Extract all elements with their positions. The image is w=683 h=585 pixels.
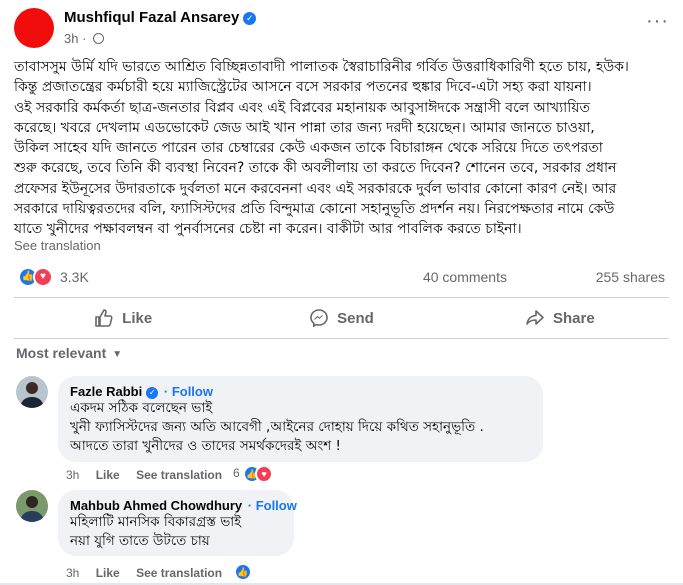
author-name[interactable]: Mushfiqul Fazal Ansarey [64,9,239,26]
commenter-name[interactable]: Mahbub Ahmed Chowdhury [70,498,242,513]
comment-bubble: Mahbub Ahmed Chowdhury · Follow মহিলাটি … [58,490,297,556]
comment-meta: 3h Like See translation [66,468,235,482]
like-reaction-icon: 👍 [234,563,252,581]
post-text: তাবাসসুম উর্মি যদি ভারতে আশ্রিত বিচ্ছিন্… [14,57,669,240]
shares-count[interactable]: 255 shares [596,269,665,285]
like-label: Like [122,309,153,327]
post-text-line: তাবাসসুম উর্মি যদি ভারতে আশ্রিত বিচ্ছিন্… [14,59,629,75]
comment-see-translation[interactable]: See translation [136,566,222,580]
more-options-icon[interactable]: ··· [646,10,669,33]
comment-text-line: মহিলাটি মানসিক বিকারগ্রস্ত ভাই [70,514,242,530]
comment-like-button[interactable]: Like [96,468,120,482]
person-avatar-icon [16,490,48,522]
share-icon [526,310,544,325]
post-text-line: প্রফেসর ইউনূসের উদারতাকে দুর্বলতা মনে কর… [14,180,617,197]
post-meta: 3h · [64,31,105,46]
comment-like-button[interactable]: Like [96,566,120,580]
post-actions: Like Send Share [14,300,669,336]
commenter-name[interactable]: Fazle Rabbi [70,384,142,399]
follow-button[interactable]: · Follow [164,384,213,399]
comment-reactions[interactable]: 6 👍 ♥ [233,465,274,483]
share-button[interactable]: Share [451,300,669,336]
post-text-line: শুরু করেছে, তবে তিনি কী ব্যবস্থা নিবেন? … [14,160,617,177]
comment-text-line: নয়া যুগি তাতে উটতে চায় [70,533,210,549]
see-translation-link[interactable]: See translation [14,238,101,253]
author-name-row: Mushfiqul Fazal Ansarey ✓ [64,9,257,26]
comment-time[interactable]: 3h [66,566,79,580]
caret-down-icon: ▼ [112,349,123,360]
comment-text-line: একদম সঠিক বলেছেন ভাই [70,400,213,416]
post-text-line: ওই সরকারি কর্মকর্তা ছাত্র-জনতার বিপ্লব এ… [14,99,590,116]
commenter-avatar[interactable] [16,376,48,408]
comments-count[interactable]: 40 comments [423,269,507,285]
divider [14,338,669,339]
comment-bubble: Fazle Rabbi ✓ · Follow একদম সঠিক বলেছেন ভ… [58,376,543,462]
like-button[interactable]: Like [14,300,232,336]
post-text-line: যাতে খুনীদের পক্ষাবলম্বন বা পুনর্বাসনের … [14,221,522,238]
post-text-line: সরকারে দায়িত্বরতদের বলি, ফ্যাসিস্টদের প… [14,201,615,218]
send-label: Send [337,309,374,327]
divider [14,297,669,298]
comment-time[interactable]: 3h [66,468,79,482]
love-reaction-icon: ♥ [255,465,274,483]
commenter-name-row: Fazle Rabbi ✓ · Follow [70,384,531,399]
reaction-count[interactable]: 3.3K [60,269,89,285]
follow-button[interactable]: · Follow [248,498,297,513]
commenter-avatar[interactable] [16,490,48,522]
post-text-line: করেছে। খবরে দেখলাম এডভোকেট জেড আই খান পা… [14,119,595,136]
verified-badge-icon: ✓ [146,387,159,399]
comment-see-translation[interactable]: See translation [136,468,222,482]
love-reaction-icon: ♥ [33,267,53,287]
messenger-icon [310,309,328,328]
post-text-line: উকিল সাহেব যদি জানতে পারেন তার চেম্বারের… [14,140,603,157]
comment-text-line: খুনী ফ্যাসিস্টদের জন্য অতি আবেগী ,আইনের … [70,419,484,435]
comment-meta: 3h Like See translation [66,566,235,580]
send-button[interactable]: Send [232,300,450,336]
globe-icon [93,33,105,44]
share-label: Share [552,309,595,327]
reactions-summary: 👍 ♥ 3.3K 40 comments 255 shares [14,266,669,288]
comment-reaction-count: 6 [233,466,240,481]
post-header: Mushfiqul Fazal Ansarey ✓ 3h · ··· [14,6,669,50]
person-avatar-icon [16,376,48,408]
reaction-icons[interactable]: 👍 ♥ [18,267,54,287]
sort-label: Most relevant [16,345,107,361]
commenter-name-row: Mahbub Ahmed Chowdhury · Follow [70,498,297,513]
author-avatar[interactable] [14,8,54,48]
verified-badge-icon: ✓ [243,12,257,25]
comment-text-line: আদতে তারা খুনীদের ও তাদের সমর্থকদেরই অংশ… [70,438,341,454]
post-text-line: কিন্তু প্রজাতন্ত্রের কর্মচারী হয়ে ম্যাজ… [14,79,592,96]
comment-reactions[interactable]: 👍 [234,563,252,581]
post-time[interactable]: 3h [64,31,78,46]
comment-sort-dropdown[interactable]: Most relevant ▼ [16,345,122,361]
thumbs-up-icon [95,309,113,327]
